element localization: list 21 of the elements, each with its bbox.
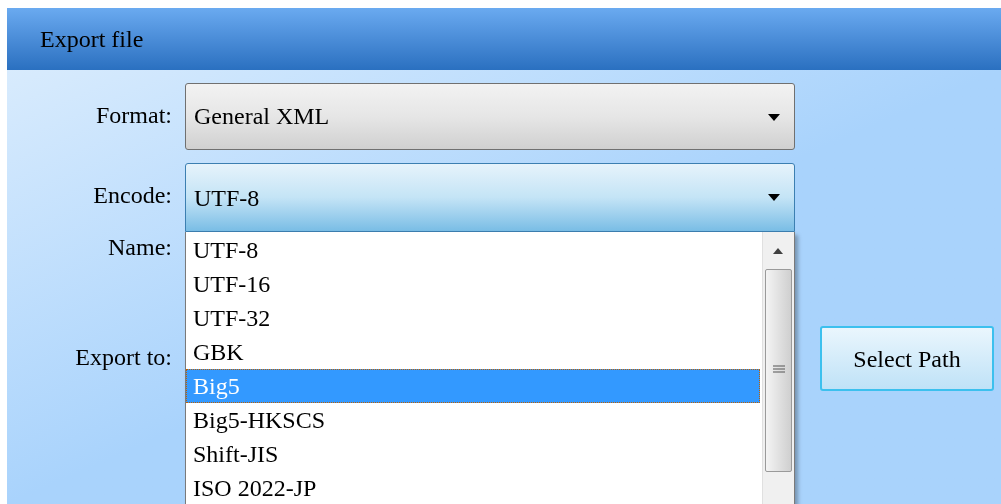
dropdown-option[interactable]: Shift-JIS xyxy=(186,437,762,471)
dropdown[interactable]: UTF-8 xyxy=(185,163,795,232)
caret-icon xyxy=(768,194,780,202)
scrollbar[interactable] xyxy=(762,232,794,504)
field-label: Encode: xyxy=(93,181,172,210)
dropdown-option[interactable]: UTF-32 xyxy=(186,301,762,335)
scroll-thumb[interactable] xyxy=(765,269,792,472)
field-label: Export to: xyxy=(75,343,172,372)
dropdown-option[interactable]: Big5-HKSCS xyxy=(186,403,762,437)
dropdown-option[interactable]: UTF-8 xyxy=(186,233,762,267)
dropdown-option[interactable]: ISO 2022-JP xyxy=(186,471,762,504)
window-title: Export file xyxy=(40,25,144,54)
dropdown-option[interactable]: UTF-16 xyxy=(186,267,762,301)
grip-icon xyxy=(773,365,785,375)
dropdown[interactable]: General XML xyxy=(185,83,795,150)
scroll-up-icon[interactable] xyxy=(773,248,783,254)
field-label: Format: xyxy=(96,101,172,130)
dropdown-option[interactable]: GBK xyxy=(186,335,762,369)
select-path-button[interactable]: Select Path xyxy=(820,326,994,391)
field-label: Name: xyxy=(108,233,172,262)
caret-icon xyxy=(768,114,780,122)
